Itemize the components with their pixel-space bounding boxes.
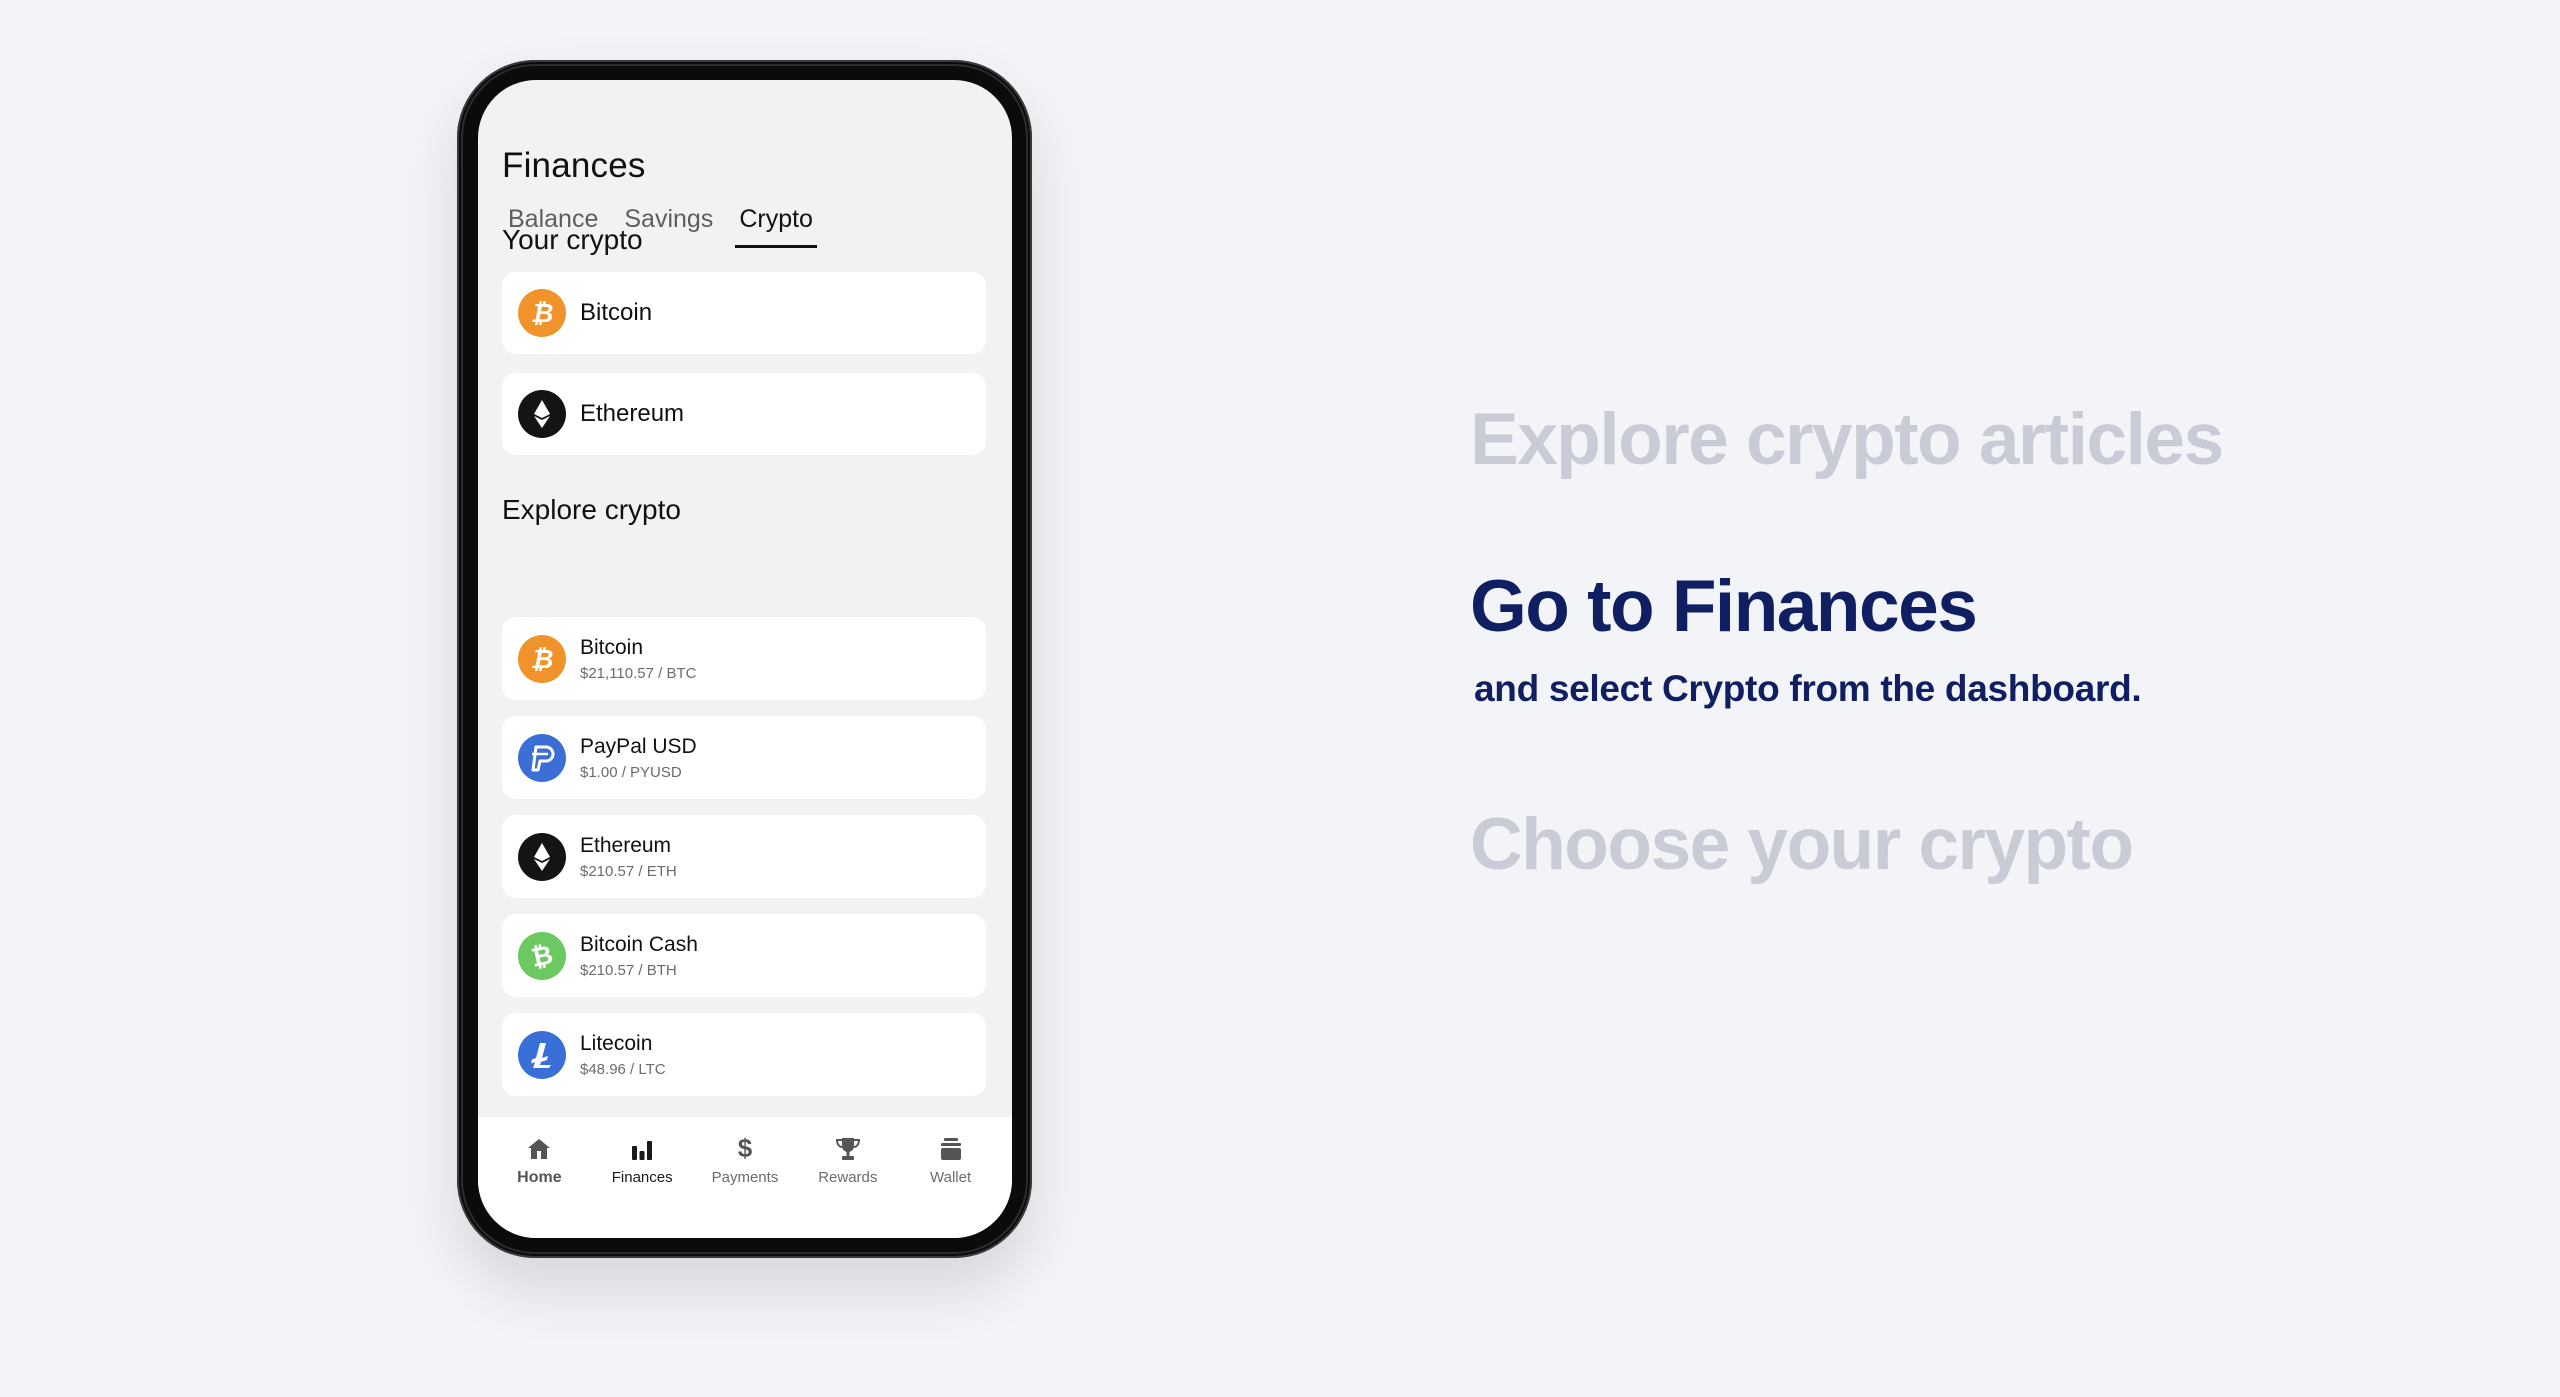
nav-rewards[interactable]: Rewards [798, 1117, 898, 1238]
wallet-icon [939, 1135, 963, 1161]
home-icon [527, 1135, 551, 1161]
crypto-price: $210.57 / BTH [580, 962, 677, 979]
ethereum-icon [518, 390, 566, 438]
explore-item-bitcoin-cash[interactable]: ₿ Bitcoin Cash $210.57 / BTH [502, 914, 986, 997]
litecoin-icon [518, 1030, 566, 1079]
step-current-title: Go to Finances [1470, 566, 1978, 647]
svg-text:₿: ₿ [531, 298, 554, 328]
step-next: Choose your crypto [1470, 804, 2134, 885]
tab-crypto[interactable]: Crypto [735, 205, 817, 248]
crypto-price: $21,110.57 / BTC [580, 665, 697, 682]
explore-crypto-heading: Explore crypto [502, 494, 681, 525]
crypto-name: PayPal USD [580, 735, 697, 758]
nav-payments[interactable]: $ Payments [695, 1117, 795, 1238]
bitcoin-icon: ₿ [518, 289, 566, 337]
bottom-navigation: Home Finances $ Payments Rewards Wallet [478, 1117, 1012, 1238]
crypto-price: $1.00 / PYUSD [580, 764, 682, 781]
nav-home[interactable]: Home [489, 1117, 589, 1238]
crypto-name: Bitcoin [580, 299, 653, 326]
page-title: Finances [502, 146, 646, 185]
dollar-icon: $ [737, 1133, 753, 1163]
step-current-subtitle: and select Crypto from the dashboard. [1474, 668, 2142, 709]
your-crypto-heading: Your crypto [502, 224, 643, 255]
crypto-name: Litecoin [580, 1032, 653, 1055]
crypto-name: Ethereum [580, 400, 685, 427]
crypto-name: Bitcoin Cash [580, 933, 698, 956]
explore-item-ethereum[interactable]: Ethereum $210.57 / ETH [502, 815, 986, 898]
your-crypto-item-ethereum[interactable]: Ethereum [502, 373, 986, 455]
bitcoin-icon: ₿ [518, 634, 566, 683]
svg-text:₿: ₿ [531, 644, 554, 674]
your-crypto-item-bitcoin[interactable]: ₿ Bitcoin [502, 272, 986, 354]
bar-chart-icon [631, 1135, 653, 1161]
explore-item-litecoin[interactable]: Litecoin $48.96 / LTC [502, 1013, 986, 1096]
explore-item-bitcoin[interactable]: ₿ Bitcoin $21,110.57 / BTC [502, 617, 986, 700]
ethereum-icon [518, 832, 566, 881]
crypto-name: Ethereum [580, 834, 672, 857]
trophy-icon [835, 1135, 860, 1161]
crypto-price: $210.57 / ETH [580, 863, 677, 880]
phone-mockup: Finances Balance Savings Crypto Your cry… [457, 60, 1032, 1258]
paypal-usd-icon [518, 733, 566, 782]
nav-wallet[interactable]: Wallet [901, 1117, 1001, 1238]
phone-screen: Finances Balance Savings Crypto Your cry… [478, 80, 1012, 1238]
bitcoin-cash-icon: ₿ [518, 931, 566, 980]
crypto-name: Bitcoin [580, 636, 644, 659]
step-previous: Explore crypto articles [1470, 399, 2224, 480]
crypto-price: $48.96 / LTC [580, 1061, 666, 1078]
explore-item-paypal-usd[interactable]: PayPal USD $1.00 / PYUSD [502, 716, 986, 799]
svg-text:₿: ₿ [529, 941, 555, 971]
nav-finances[interactable]: Finances [592, 1117, 692, 1238]
